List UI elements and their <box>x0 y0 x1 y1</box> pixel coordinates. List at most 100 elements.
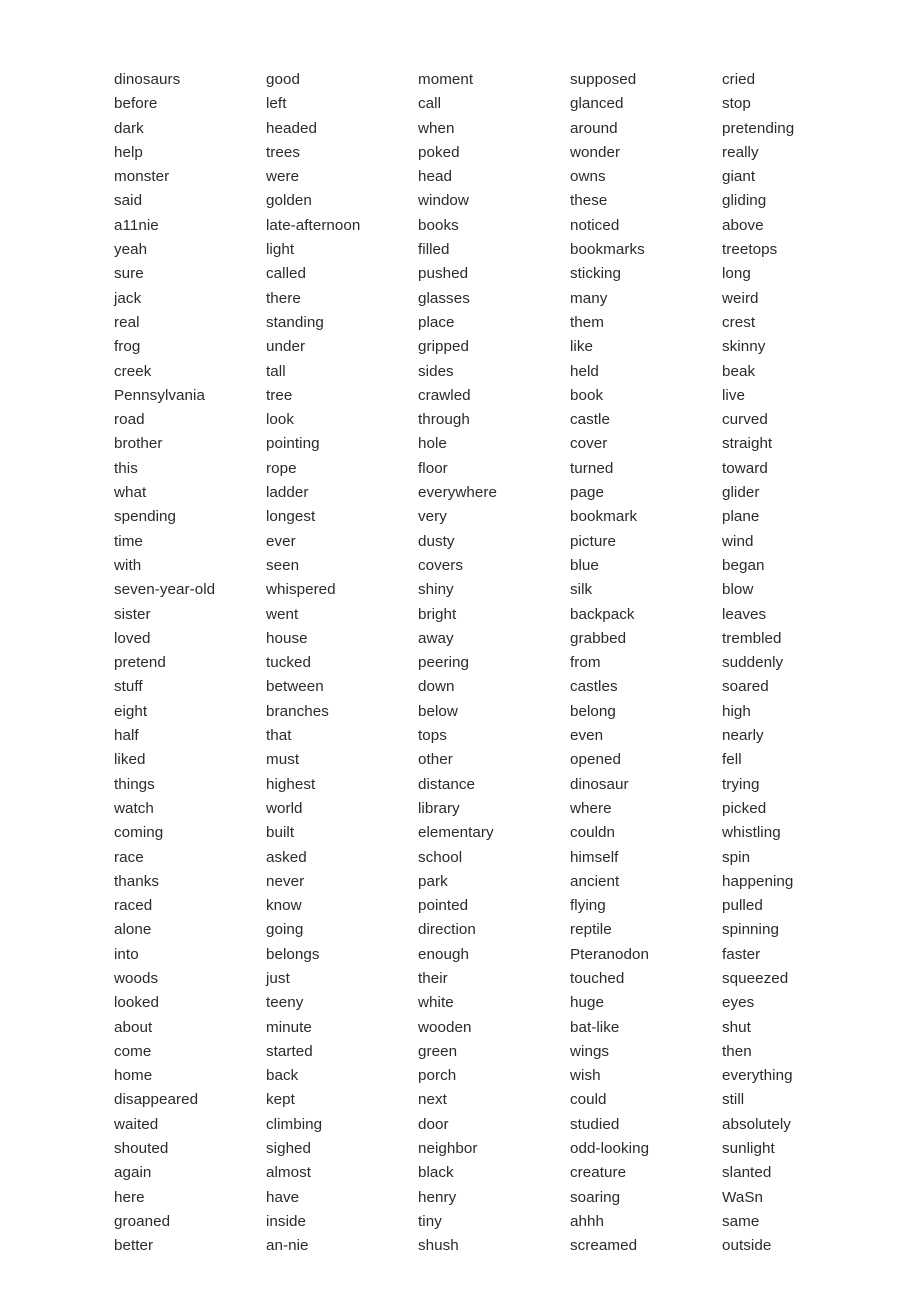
word-item: covers <box>418 556 464 574</box>
word-item: leaves <box>722 605 767 623</box>
word-item: whispered <box>266 581 336 599</box>
word-item: glanced <box>570 95 624 113</box>
word-item: page <box>570 484 604 502</box>
word-item: very <box>418 508 447 526</box>
word-item: slanted <box>722 1164 772 1182</box>
word-item: spending <box>114 508 177 526</box>
word-item: went <box>266 605 299 623</box>
word-item: shouted <box>114 1140 169 1158</box>
word-item: nearly <box>722 727 764 745</box>
word-item: fell <box>722 751 742 769</box>
word-item: poked <box>418 143 460 161</box>
word-item: here <box>114 1188 145 1206</box>
word-item: tree <box>266 386 293 404</box>
word-item: everything <box>722 1067 793 1085</box>
word-item: real <box>114 313 140 331</box>
word-item: Pennsylvania <box>114 386 205 404</box>
word-item: belong <box>570 702 616 720</box>
word-item: highest <box>266 775 316 793</box>
word-item: standing <box>266 313 324 331</box>
word-item: good <box>266 71 300 88</box>
word-item: things <box>114 775 155 793</box>
word-item: pretend <box>114 654 166 672</box>
word-item: kept <box>266 1091 295 1109</box>
word-item: blow <box>722 581 754 599</box>
word-item: thanks <box>114 872 160 890</box>
word-columns-container: dinosaurs before dark help monster said a11nie… <box>114 68 874 1259</box>
word-item: enough <box>418 945 469 963</box>
word-item: tucked <box>266 654 312 672</box>
word-item: bright <box>418 605 457 623</box>
word-item: soared <box>722 678 769 696</box>
word-item: picture <box>570 532 616 550</box>
word-item: just <box>266 969 290 987</box>
word-item: away <box>418 629 454 647</box>
word-item: branches <box>266 702 329 720</box>
word-item: sides <box>418 362 454 380</box>
word-item: sister <box>114 605 151 623</box>
word-item: wind <box>722 532 754 550</box>
word-item: neighbor <box>418 1140 478 1158</box>
word-item: studied <box>570 1115 620 1133</box>
word-item: between <box>266 678 324 696</box>
word-item: their <box>418 969 448 987</box>
word-item: faster <box>722 945 761 963</box>
word-item: like <box>570 338 593 356</box>
word-item: groaned <box>114 1212 171 1230</box>
word-item: pulled <box>722 897 763 915</box>
word-item: these <box>570 192 608 210</box>
word-item: glider <box>722 484 760 502</box>
word-item: headed <box>266 119 317 137</box>
word-item: grabbed <box>570 629 627 647</box>
word-item: reptile <box>570 921 612 939</box>
word-item: book <box>570 386 604 404</box>
word-item: through <box>418 411 470 429</box>
word-item: filled <box>418 241 450 259</box>
word-item: WaSn <box>722 1188 763 1206</box>
word-item: help <box>114 143 143 161</box>
word-item: come <box>114 1042 152 1060</box>
word-item: before <box>114 95 158 113</box>
word-item: blue <box>570 556 599 574</box>
word-column-5: cried stop pretending really giant gliding abo… <box>722 68 874 1259</box>
word-item: climbing <box>266 1115 323 1133</box>
word-item: dusty <box>418 532 455 550</box>
word-item: an-nie <box>266 1237 309 1255</box>
word-item: inside <box>266 1212 306 1230</box>
word-item: supposed <box>570 71 637 88</box>
word-item: teeny <box>266 994 304 1012</box>
word-item: castle <box>570 411 610 429</box>
word-list-sheet: dinosaurs before dark help monster said a11nie… <box>0 0 920 1301</box>
word-item: cover <box>570 435 608 453</box>
word-column-3: moment call when poked head window books filled… <box>418 68 570 1259</box>
word-item: ever <box>266 532 296 550</box>
word-item: raced <box>114 897 153 915</box>
word-item: opened <box>570 751 621 769</box>
word-item: touched <box>570 969 625 987</box>
word-item: that <box>266 727 292 745</box>
word-item: even <box>570 727 604 745</box>
word-item: noticed <box>570 216 620 234</box>
word-item: pretending <box>722 119 795 137</box>
word-item: wings <box>570 1042 610 1060</box>
word-item: many <box>570 289 608 307</box>
word-item: half <box>114 727 139 745</box>
word-item: wish <box>570 1067 601 1085</box>
word-item: then <box>722 1042 752 1060</box>
word-item: beak <box>722 362 756 380</box>
word-item: around <box>570 119 618 137</box>
word-item: loved <box>114 629 151 647</box>
word-item: going <box>266 921 304 939</box>
word-item: stop <box>722 95 751 113</box>
word-item: shut <box>722 1018 751 1036</box>
word-item: waited <box>114 1115 159 1133</box>
word-item: there <box>266 289 301 307</box>
word-item: books <box>418 216 459 234</box>
word-item: asked <box>266 848 307 866</box>
word-column-1: dinosaurs before dark help monster said a11nie… <box>114 68 266 1259</box>
word-item: down <box>418 678 455 696</box>
word-item: school <box>418 848 463 866</box>
word-item: shiny <box>418 581 454 599</box>
word-item: jack <box>114 289 142 307</box>
word-item: eight <box>114 702 148 720</box>
